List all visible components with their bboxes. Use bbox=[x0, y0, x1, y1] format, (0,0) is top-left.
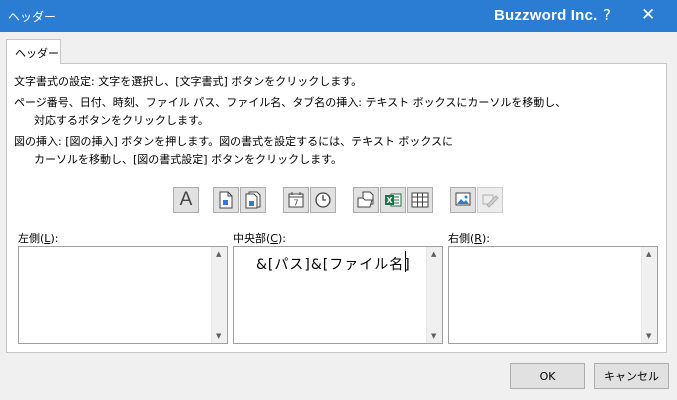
instruction-text-3: 対応するボタンをクリックします。 bbox=[34, 114, 209, 127]
text-caret bbox=[405, 251, 406, 272]
format-text-icon: A bbox=[179, 189, 193, 210]
left-section-textbox[interactable]: ▲ ▼ bbox=[18, 246, 228, 344]
scroll-up-icon[interactable]: ▲ bbox=[646, 250, 651, 258]
format-picture-icon bbox=[482, 194, 499, 208]
insert-picture-icon bbox=[455, 192, 471, 206]
scroll-up-icon[interactable]: ▲ bbox=[431, 250, 436, 258]
center-section-textbox[interactable]: &[パス]&[ファイル名] ▲ ▼ bbox=[233, 246, 443, 344]
insert-time-icon bbox=[315, 192, 331, 208]
insert-date-button[interactable]: 7 bbox=[283, 187, 309, 213]
insert-file-name-button[interactable]: X bbox=[380, 187, 406, 213]
scroll-down-icon[interactable]: ▼ bbox=[646, 332, 651, 340]
insert-sheet-name-icon bbox=[411, 192, 429, 208]
insert-number-of-pages-button[interactable] bbox=[240, 187, 266, 213]
scroll-down-icon[interactable]: ▼ bbox=[216, 332, 221, 340]
cancel-button-label: キャンセル bbox=[604, 370, 659, 383]
right-section-scrollbar[interactable]: ▲ ▼ bbox=[641, 247, 657, 343]
insert-page-number-button[interactable] bbox=[213, 187, 239, 213]
cancel-button[interactable]: キャンセル bbox=[594, 363, 669, 389]
format-picture-button[interactable] bbox=[477, 187, 503, 213]
right-section-textbox[interactable]: ▲ ▼ bbox=[448, 246, 658, 344]
brand-name: Buzzword Inc. bbox=[494, 7, 598, 24]
center-section-label: 中央部(C): bbox=[233, 232, 286, 245]
instruction-text-4: 図の挿入: [図の挿入] ボタンを押します。図の書式を設定するには、テキスト ボ… bbox=[14, 135, 454, 148]
right-section-label: 右側(R): bbox=[448, 232, 490, 245]
left-section-scrollbar[interactable]: ▲ ▼ bbox=[211, 247, 227, 343]
close-button[interactable]: ✕ bbox=[641, 5, 655, 25]
instruction-text-2: ページ番号、日付、時刻、ファイル パス、ファイル名、タブ名の挿入: テキスト ボ… bbox=[14, 96, 567, 109]
center-section-scrollbar[interactable]: ▲ ▼ bbox=[426, 247, 442, 343]
center-section-text: &[パス]&[ファイル名] bbox=[256, 257, 411, 273]
tab-header[interactable]: ヘッダー bbox=[6, 39, 61, 64]
ok-button-label: OK bbox=[539, 369, 556, 383]
left-section-label: 左側(L): bbox=[18, 232, 59, 245]
insert-sheet-name-button[interactable] bbox=[407, 187, 433, 213]
insert-time-button[interactable] bbox=[310, 187, 336, 213]
header-panel: 文字書式の設定: 文字を選択し、[文字書式] ボタンをクリックします。 ページ番… bbox=[6, 63, 667, 353]
ok-button[interactable]: OK bbox=[510, 363, 585, 389]
format-text-button[interactable]: A bbox=[173, 187, 199, 213]
dialog-title: ヘッダー bbox=[8, 10, 57, 24]
title-bar: ヘッダー Buzzword Inc. ? ✕ bbox=[0, 0, 677, 32]
tab-header-label: ヘッダー bbox=[15, 47, 59, 60]
insert-number-of-pages-icon bbox=[245, 191, 261, 209]
instruction-text-1: 文字書式の設定: 文字を選択し、[文字書式] ボタンをクリックします。 bbox=[14, 75, 363, 88]
scroll-up-icon[interactable]: ▲ bbox=[216, 250, 221, 258]
insert-picture-button[interactable] bbox=[450, 187, 476, 213]
instruction-text-5: カーソルを移動し、[図の書式設定] ボタンをクリックします。 bbox=[34, 153, 342, 166]
svg-text:7: 7 bbox=[293, 199, 298, 208]
insert-file-path-button[interactable] bbox=[353, 187, 379, 213]
help-button[interactable]: ? bbox=[603, 6, 611, 24]
insert-file-path-icon bbox=[357, 191, 374, 208]
insert-file-name-icon: X bbox=[385, 193, 402, 207]
scroll-down-icon[interactable]: ▼ bbox=[431, 332, 436, 340]
insert-page-number-icon bbox=[219, 191, 233, 209]
insert-date-icon: 7 bbox=[288, 192, 304, 208]
svg-text:X: X bbox=[386, 196, 393, 205]
